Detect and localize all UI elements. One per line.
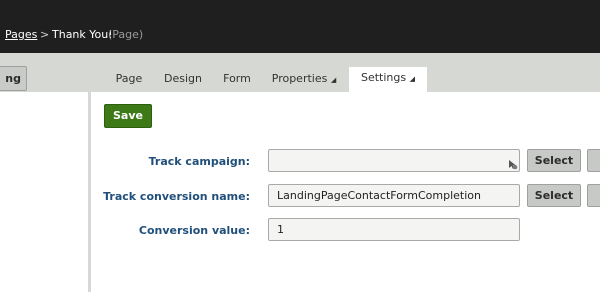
track-campaign-label: Track campaign: (148, 155, 250, 168)
conversion-value-label: Conversion value: (138, 224, 250, 237)
breadcrumb-separator: > (40, 28, 50, 41)
top-bar: Pages > Thank You! (Page) (0, 0, 600, 53)
track-conversion-name-field[interactable]: LandingPageContactFormCompletion (268, 184, 520, 207)
caret-up-icon: ◢ (409, 75, 415, 83)
select-campaign-button[interactable]: Select (527, 149, 581, 172)
tab-settings[interactable]: Settings ◢ (349, 67, 427, 93)
conversion-value-field[interactable]: 1 (268, 218, 520, 241)
campaign-extra-button[interactable] (587, 149, 600, 172)
app-window: Pages > Thank You! (Page) ng ▾ → → → Pag (0, 0, 600, 292)
tab-page[interactable]: Page (108, 68, 150, 92)
tab-properties[interactable]: Properties ◢ (268, 68, 340, 92)
breadcrumb-pages-link[interactable]: Pages (5, 28, 37, 41)
content-tree-panel (0, 92, 91, 292)
track-conversion-name-label: Track conversion name: (103, 190, 250, 203)
track-campaign-field[interactable] (268, 149, 520, 172)
select-conversion-button[interactable]: Select (527, 184, 581, 207)
tab-form[interactable]: Form (216, 68, 258, 92)
left-panel-button[interactable]: ng (0, 66, 27, 91)
tab-design[interactable]: Design (158, 68, 208, 92)
conversion-extra-button[interactable] (587, 184, 600, 207)
macro-resolver-icon[interactable] (507, 155, 518, 174)
save-button[interactable]: Save (104, 104, 152, 128)
breadcrumb-type: (Page) (108, 28, 144, 41)
caret-up-icon: ◢ (330, 76, 337, 84)
breadcrumb-current: Thank You! (52, 28, 113, 41)
